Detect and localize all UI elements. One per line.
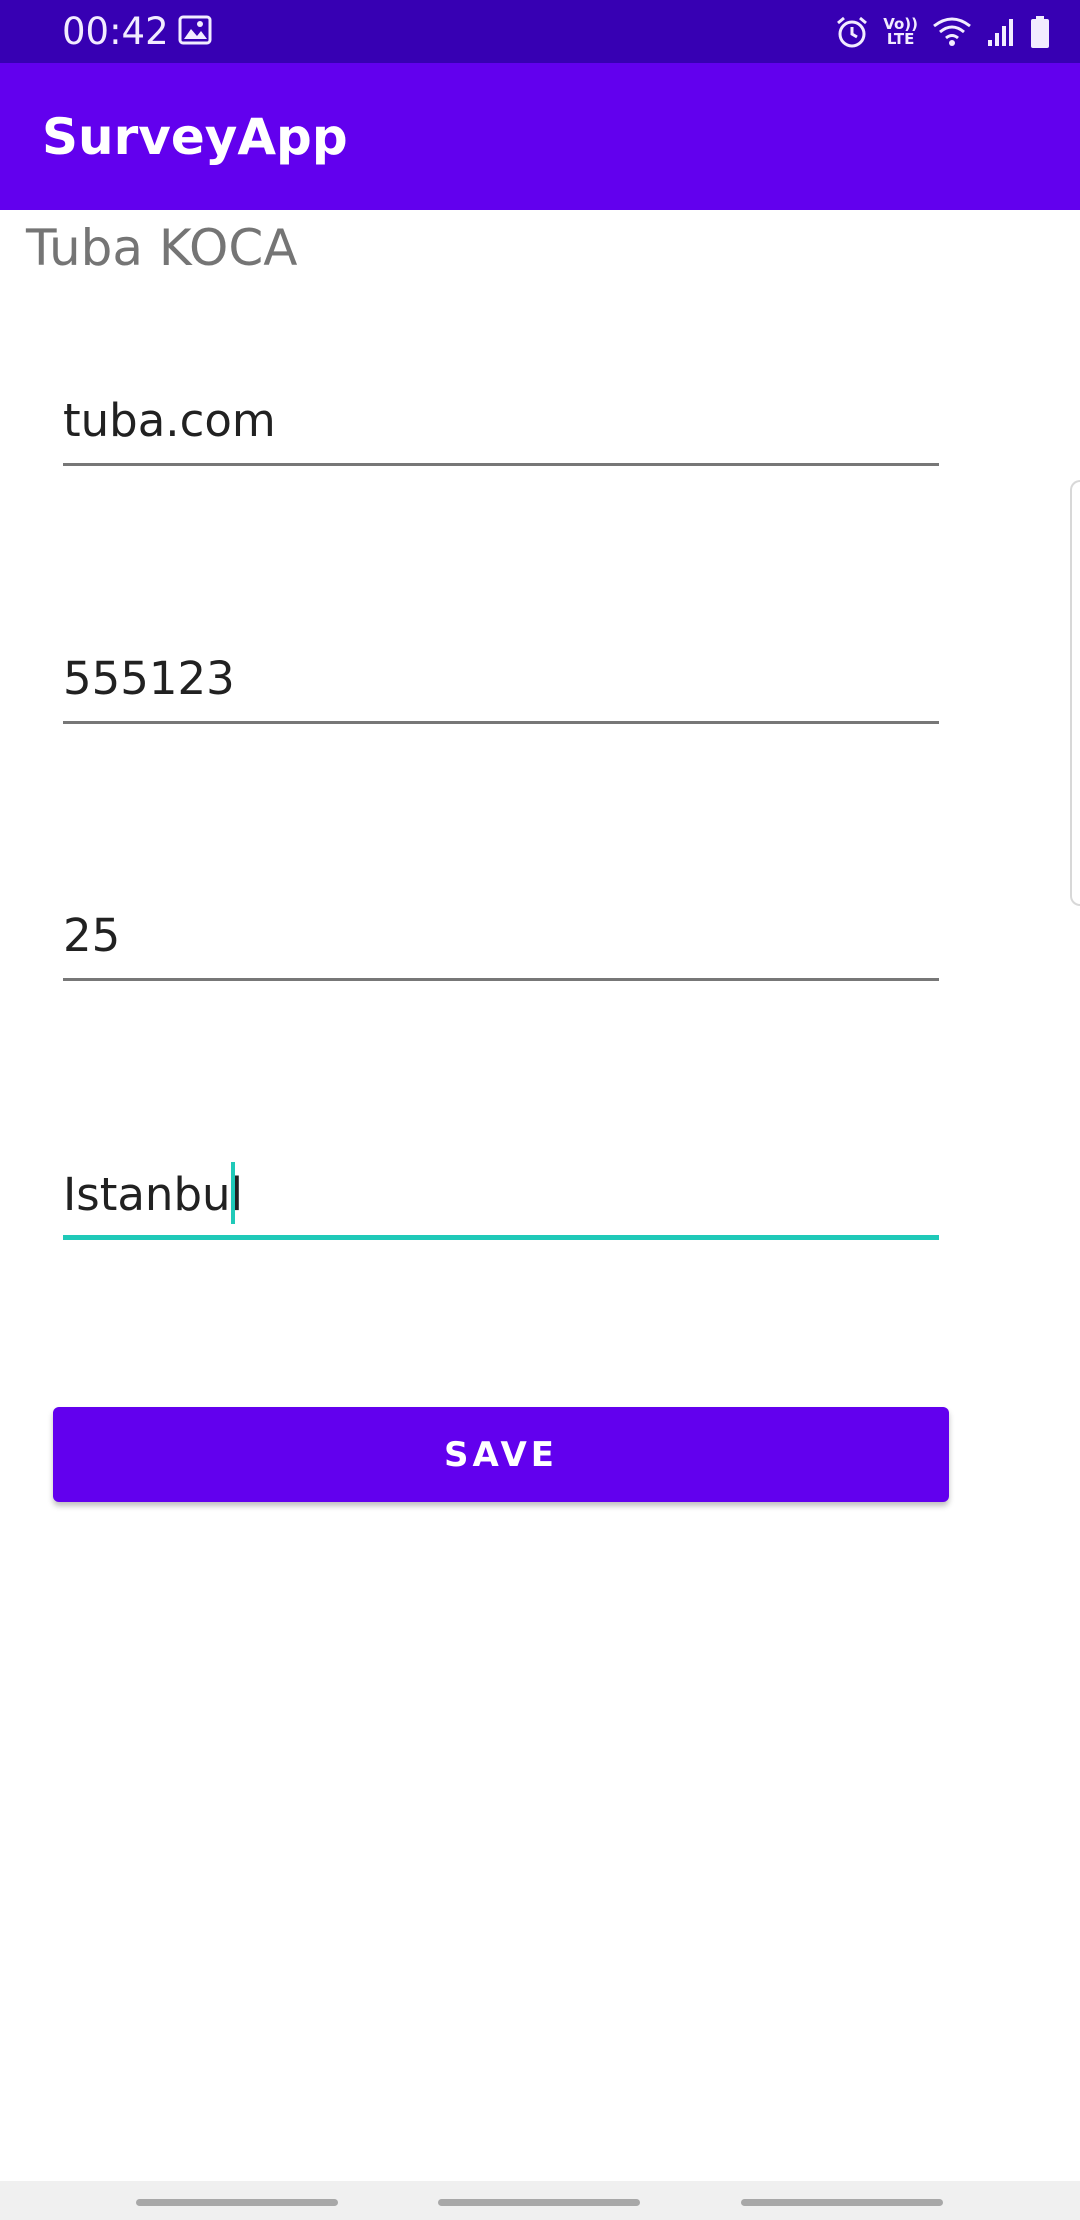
screen: 00:42 Vo)) LTE SurveyApp Tuba KOCA tuba.… — [0, 0, 1080, 2220]
app-title: SurveyApp — [42, 108, 348, 166]
save-button[interactable]: SAVE — [53, 1407, 949, 1502]
volte-bottom-text: LTE — [886, 30, 915, 48]
phone-field-underline — [63, 721, 939, 724]
email-field-underline — [63, 463, 939, 466]
text-cursor — [231, 1162, 235, 1224]
email-input[interactable] — [63, 376, 939, 464]
status-bar: 00:42 Vo)) LTE — [0, 0, 1080, 63]
age-field[interactable] — [63, 891, 939, 981]
wifi-icon — [932, 16, 972, 48]
image-icon — [178, 14, 212, 46]
city-field[interactable] — [63, 1150, 939, 1240]
alarm-icon — [835, 15, 869, 49]
phone-input[interactable] — [63, 634, 939, 722]
battery-icon — [1030, 15, 1050, 49]
nav-home-handle[interactable] — [438, 2199, 640, 2206]
city-input[interactable] — [63, 1150, 939, 1238]
signal-icon — [986, 16, 1016, 48]
app-bar: SurveyApp — [0, 63, 1080, 210]
age-input[interactable] — [63, 891, 939, 979]
volte-icon: Vo)) LTE — [883, 17, 918, 47]
status-time: 00:42 — [62, 10, 169, 53]
edge-panel-handle[interactable] — [1070, 480, 1080, 906]
nav-recents-handle[interactable] — [741, 2199, 943, 2206]
phone-field[interactable] — [63, 634, 939, 724]
user-name-label: Tuba KOCA — [26, 219, 298, 277]
email-field[interactable] — [63, 376, 939, 466]
navigation-bar — [0, 2181, 1080, 2220]
nav-back-handle[interactable] — [136, 2199, 338, 2206]
age-field-underline — [63, 978, 939, 981]
city-field-underline — [63, 1235, 939, 1240]
status-icons: Vo)) LTE — [835, 12, 1050, 52]
